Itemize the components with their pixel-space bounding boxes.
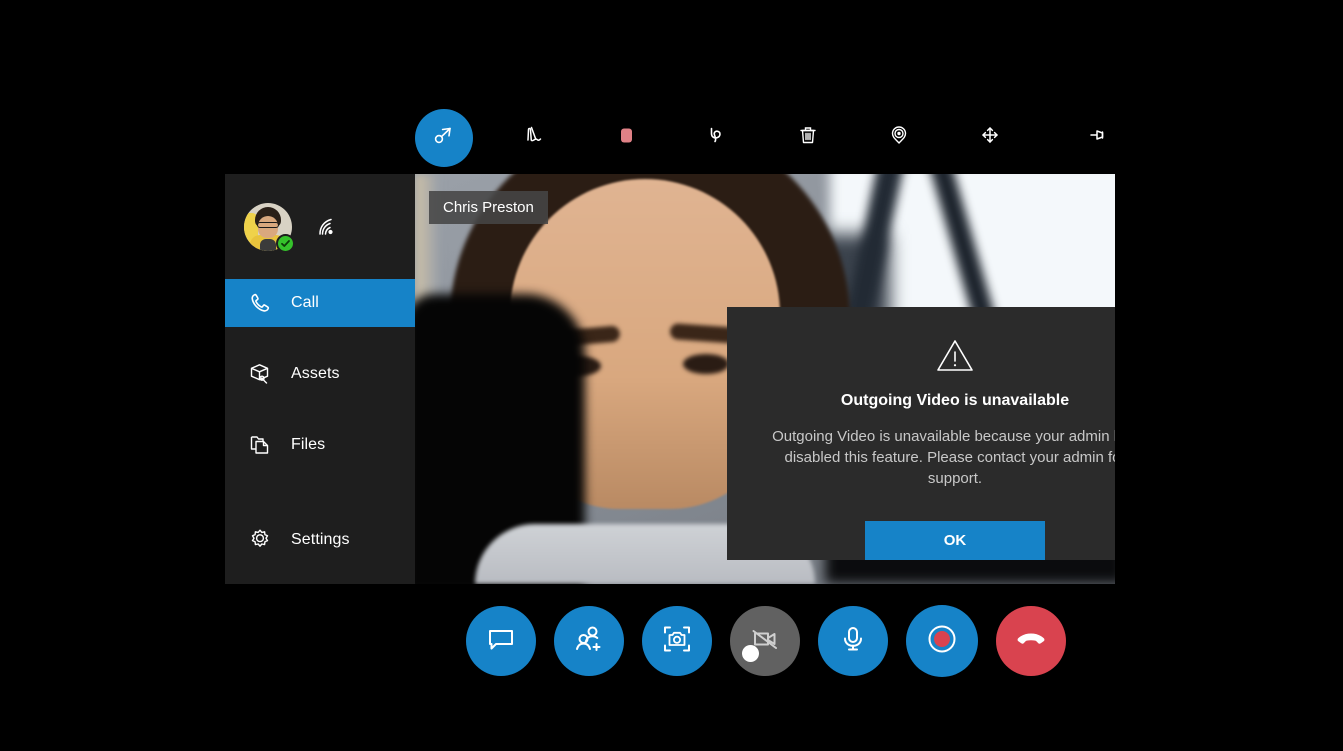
tool-delete[interactable] xyxy=(779,109,837,167)
sidebar-item-label: Files xyxy=(291,436,325,454)
wifi-signal-icon xyxy=(314,214,340,240)
video-toggle-button[interactable] xyxy=(730,606,800,676)
outgoing-video-unavailable-dialog: Outgoing Video is unavailable Outgoing V… xyxy=(727,307,1115,560)
warning-triangle-icon xyxy=(935,337,975,378)
box-tag-icon xyxy=(245,359,275,389)
trash-icon xyxy=(793,120,823,155)
sidebar-item-label: Settings xyxy=(291,531,350,549)
tool-pin[interactable] xyxy=(1069,109,1127,167)
video-stage[interactable]: Chris Preston Outgoing Video is unavaila… xyxy=(415,174,1115,584)
participant-name-tag: Chris Preston xyxy=(429,191,548,224)
microphone-button[interactable] xyxy=(818,606,888,676)
arrow-pointer-icon xyxy=(429,120,459,155)
add-people-button[interactable] xyxy=(554,606,624,676)
video-person-eye-right xyxy=(683,354,729,374)
app-root: Call Assets xyxy=(0,0,1343,751)
undo-icon xyxy=(702,120,732,155)
check-badge-icon xyxy=(276,234,295,253)
phone-icon xyxy=(245,288,275,318)
tool-color-swatch[interactable] xyxy=(597,109,655,167)
color-swatch-icon xyxy=(611,120,641,155)
video-status-dot xyxy=(742,645,759,662)
chat-bubble-icon xyxy=(484,622,518,661)
record-icon xyxy=(923,620,961,663)
tool-target-location[interactable] xyxy=(870,109,928,167)
call-controls-bar xyxy=(466,602,1066,680)
avatar[interactable] xyxy=(244,203,292,251)
sidebar-item-files[interactable]: Files xyxy=(225,421,415,469)
sidebar-item-label: Call xyxy=(291,294,319,312)
tool-arrow-pointer[interactable] xyxy=(415,109,473,167)
camera-icon xyxy=(660,622,694,661)
dialog-message: Outgoing Video is unavailable because yo… xyxy=(760,426,1115,489)
profile-section xyxy=(225,174,415,279)
add-person-icon xyxy=(572,622,606,661)
record-button[interactable] xyxy=(906,605,978,677)
microphone-icon xyxy=(836,622,870,661)
sidebar-item-assets[interactable]: Assets xyxy=(225,350,415,398)
call-window: Call Assets xyxy=(225,174,1115,584)
sidebar-item-call[interactable]: Call xyxy=(225,279,415,327)
files-icon xyxy=(245,430,275,460)
pen-draw-icon xyxy=(520,120,550,155)
sidebar-nav: Call Assets xyxy=(225,279,415,564)
tool-pen-draw[interactable] xyxy=(506,109,564,167)
sidebar-item-label: Assets xyxy=(291,365,340,383)
dialog-title: Outgoing Video is unavailable xyxy=(841,392,1069,410)
end-call-button[interactable] xyxy=(996,606,1066,676)
sidebar: Call Assets xyxy=(225,174,415,584)
gear-icon xyxy=(245,525,275,555)
sidebar-item-settings[interactable]: Settings xyxy=(225,516,415,564)
ok-button[interactable]: OK xyxy=(865,521,1045,560)
tool-undo[interactable] xyxy=(688,109,746,167)
snapshot-button[interactable] xyxy=(642,606,712,676)
target-location-icon xyxy=(884,120,914,155)
tool-move[interactable] xyxy=(961,109,1019,167)
end-call-icon xyxy=(1013,621,1049,662)
move-arrows-icon xyxy=(975,120,1005,155)
annotation-toolbar xyxy=(415,105,1115,170)
pin-icon xyxy=(1083,120,1113,155)
chat-button[interactable] xyxy=(466,606,536,676)
